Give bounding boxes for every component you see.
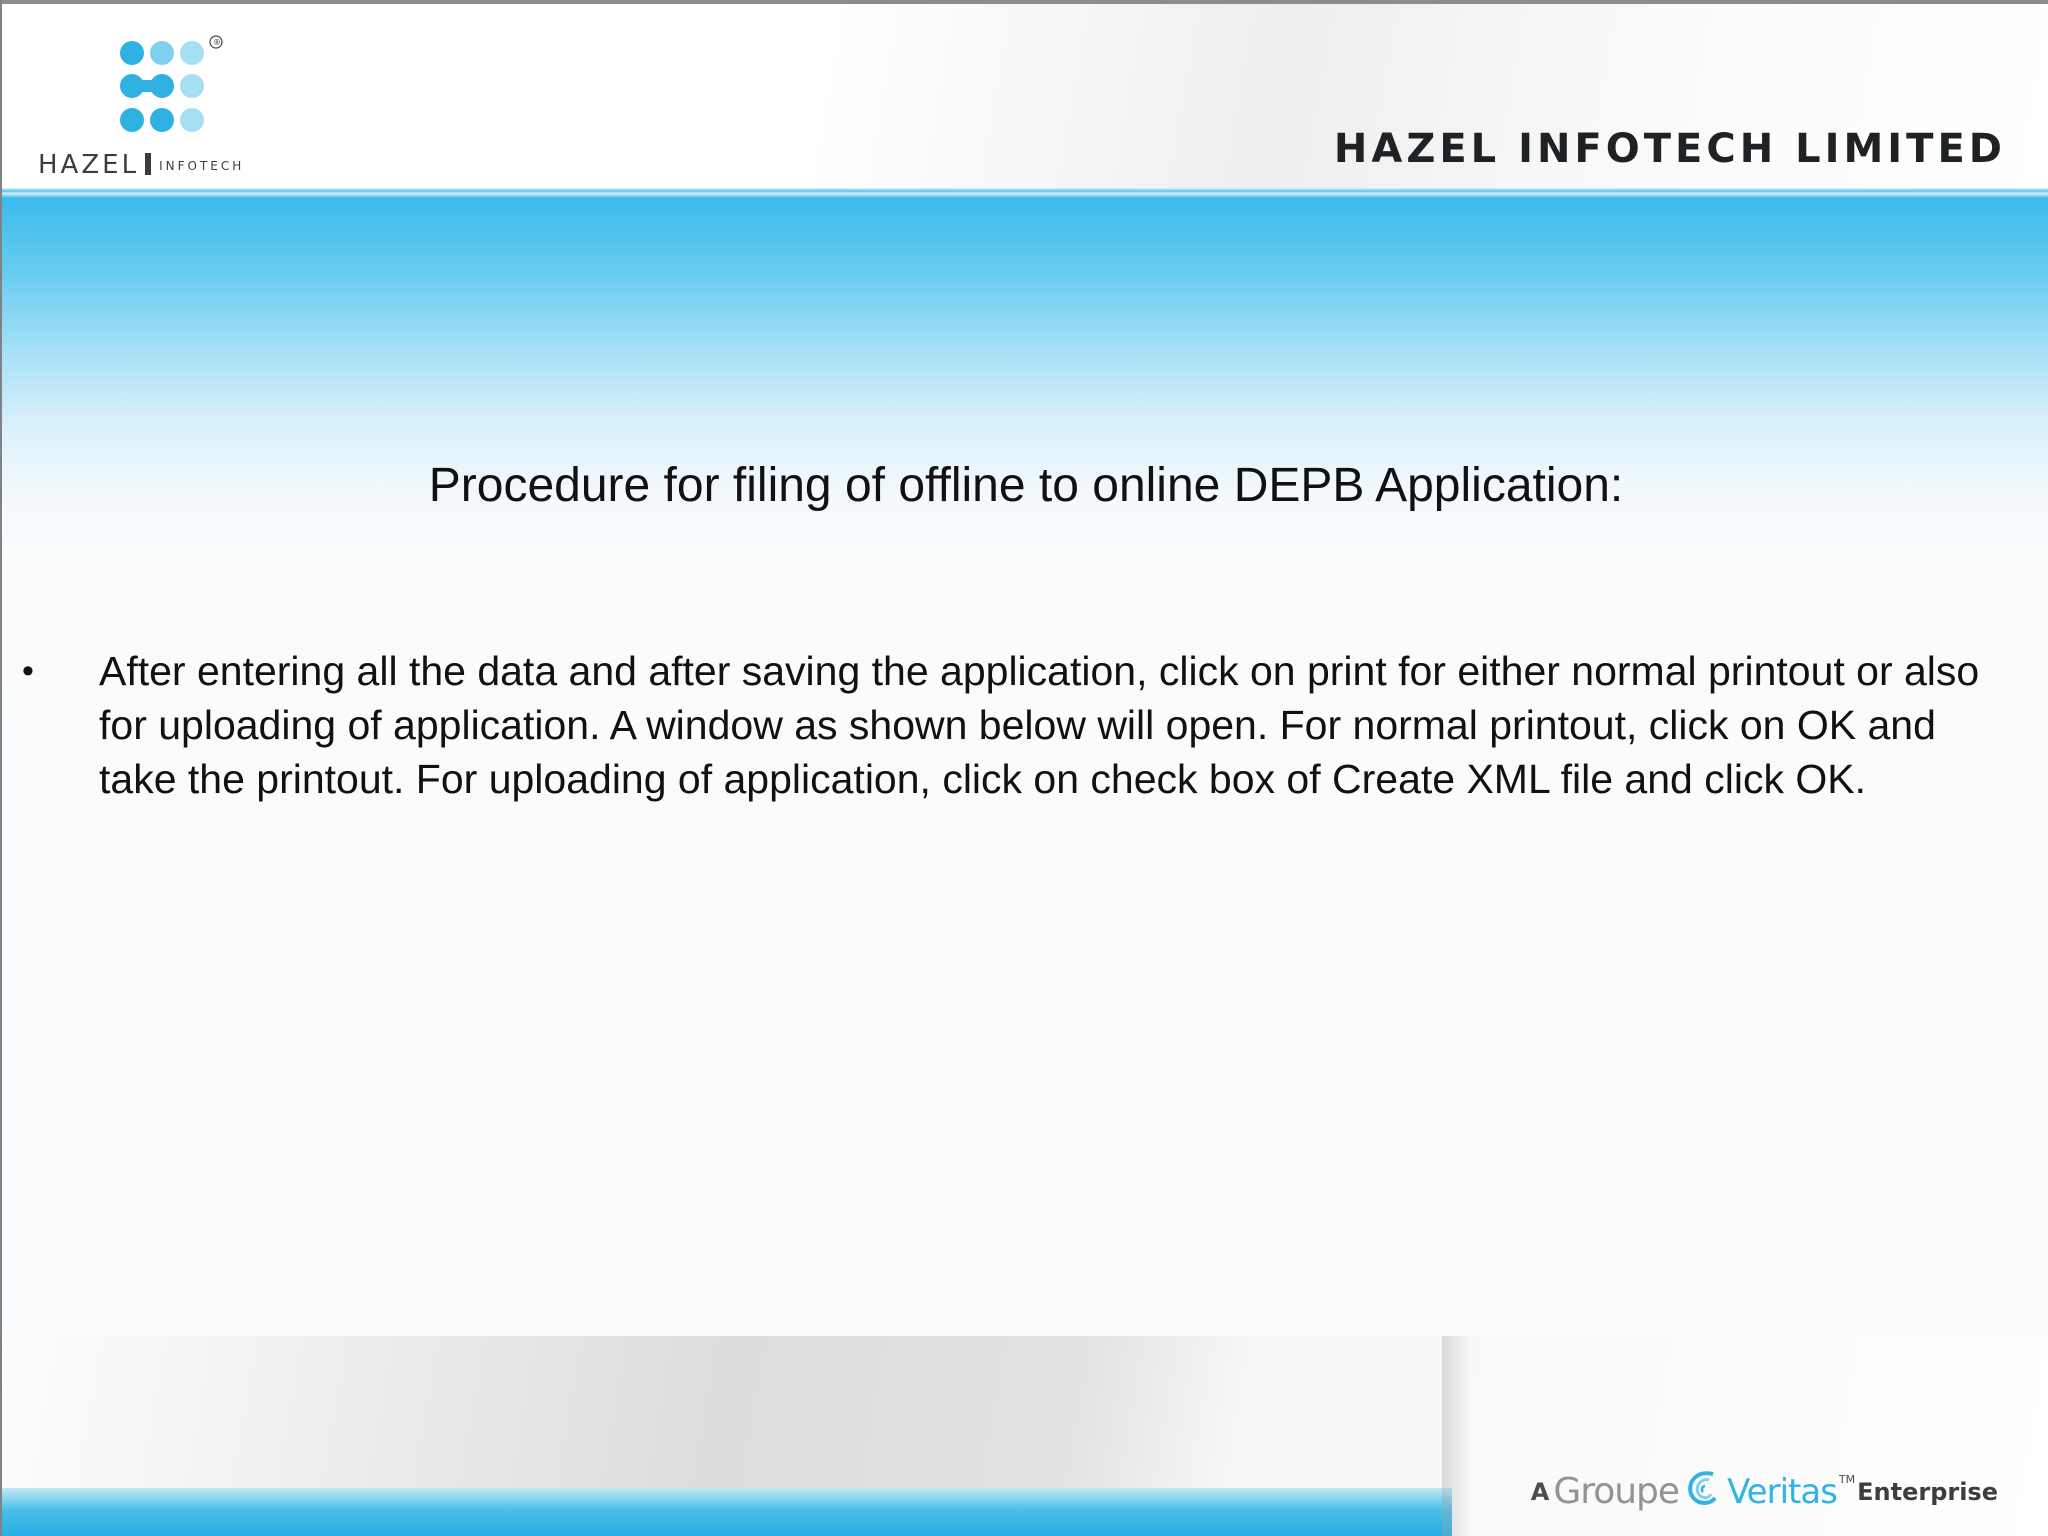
logo-wordmark: HAZEL INFOTECH [38, 150, 244, 180]
header-rule [2, 188, 2048, 198]
footer-brand-prefix: A [1530, 1478, 1550, 1506]
slide: ® HAZEL INFOTECH HAZEL INFOTECH LIMITED P… [0, 0, 2048, 1536]
slide-header: ® HAZEL INFOTECH HAZEL INFOTECH LIMITED [2, 0, 2048, 190]
bullet-text: After entering all the data and after sa… [99, 648, 1980, 802]
header-top-edge [2, 0, 2048, 4]
footer-brand-tm: TM [1838, 1473, 1856, 1486]
footer-brand-groupe: Groupe [1553, 1471, 1680, 1512]
veritas-swirl-icon [1688, 1471, 1717, 1505]
footer-blue-band [2, 1488, 1452, 1536]
footer-brand: A Groupe Veritas TM Enterprise [1531, 1462, 1998, 1512]
footer-brand-suffix: Enterprise [1857, 1478, 1998, 1506]
logo-sub: INFOTECH [159, 159, 245, 173]
bullet-item: • After entering all the data and after … [2, 644, 2048, 806]
svg-text:®: ® [213, 38, 221, 47]
slide-title: Procedure for filing of offline to onlin… [428, 459, 1624, 512]
company-name: HAZEL INFOTECH LIMITED [1333, 126, 2006, 172]
logo-name: HAZEL [38, 150, 140, 180]
bullet-icon: • [22, 652, 34, 690]
bullet-list: • After entering all the data and after … [2, 644, 2048, 806]
footer-brand-veritas: Veritas [1727, 1472, 1838, 1512]
footer-band-edge [1442, 1336, 1472, 1536]
logo-divider [145, 153, 152, 175]
